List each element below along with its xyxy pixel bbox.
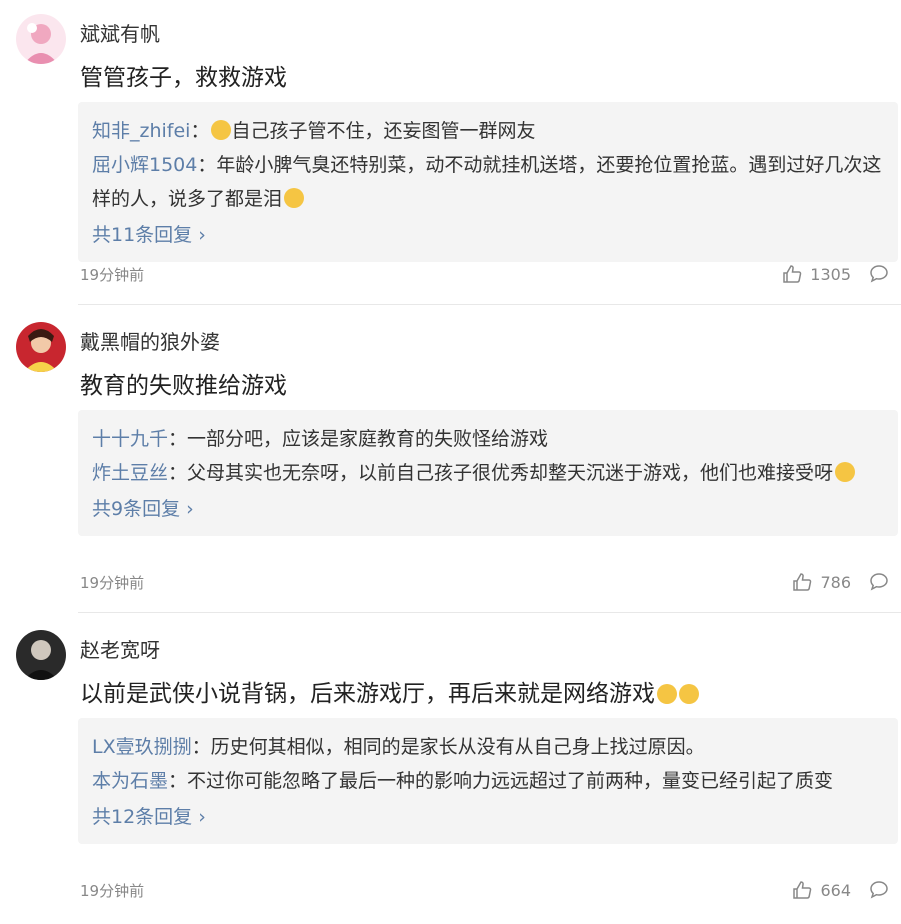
emoji-icon [679, 684, 699, 704]
reply-username[interactable]: 十十九千 [92, 428, 168, 450]
timestamp: 19分钟前 [80, 266, 145, 284]
comment-bubble-icon[interactable] [869, 264, 889, 284]
like-button[interactable]: 664 [792, 880, 851, 900]
username[interactable]: 斌斌有帆 [80, 18, 160, 47]
reply-separator: ： [191, 736, 211, 758]
divider [78, 612, 901, 613]
reply-text: 不过你可能忽略了最后一种的影响力远远超过了前两种，量变已经引起了质变 [187, 770, 834, 792]
avatar[interactable] [16, 14, 66, 64]
like-count: 664 [820, 880, 851, 900]
divider [78, 304, 901, 305]
reply-separator: ： [197, 154, 217, 176]
emoji-icon [211, 120, 232, 140]
more-replies-link[interactable]: 共12条回复 › [92, 800, 884, 834]
reply-item: 本为石墨：不过你可能忽略了最后一种的影响力远远超过了前两种，量变已经引起了质变 [92, 764, 884, 798]
reply-username[interactable]: LX壹玖捌捌 [92, 736, 192, 758]
reply-separator: ： [190, 120, 210, 142]
thumbs-up-icon [783, 265, 802, 283]
username[interactable]: 赵老宽呀 [80, 634, 160, 663]
reply-separator: ： [168, 462, 188, 484]
more-replies-link[interactable]: 共9条回复 › [92, 492, 884, 526]
like-button[interactable]: 1305 [782, 264, 851, 284]
chevron-right-icon: › [192, 806, 206, 828]
comment-text: 教育的失败推给游戏 [80, 373, 287, 399]
emoji-icon [657, 684, 677, 704]
comment-bubble-icon[interactable] [869, 880, 889, 900]
reply-item: LX壹玖捌捌：历史何其相似，相同的是家长从没有从自己身上找过原因。 [92, 730, 884, 764]
comment-text: 管管孩子，救救游戏 [80, 65, 287, 91]
like-button[interactable]: 786 [792, 572, 851, 592]
comment-bubble-icon[interactable] [869, 572, 889, 592]
chevron-right-icon: › [180, 498, 194, 520]
reply-text: 自己孩子管不住，还妄图管一群网友 [231, 120, 536, 142]
reply-text: 历史何其相似，相同的是家长从没有从自己身上找过原因。 [210, 736, 705, 758]
reply-box: 知非_zhifei： 自己孩子管不住，还妄图管一群网友 屈小辉1504：年龄小脾气… [78, 102, 898, 262]
reply-username[interactable]: 炸土豆丝 [92, 462, 168, 484]
like-count: 786 [820, 572, 851, 592]
emoji-icon [284, 188, 305, 208]
reply-box: LX壹玖捌捌：历史何其相似，相同的是家长从没有从自己身上找过原因。 本为石墨：不… [78, 718, 898, 844]
reply-box: 十十九千：一部分吧，应该是家庭教育的失败怪给游戏 炸土豆丝：父母其实也无奈呀，以… [78, 410, 898, 536]
username[interactable]: 戴黑帽的狼外婆 [80, 326, 220, 355]
reply-separator: ： [168, 428, 188, 450]
reply-item: 十十九千：一部分吧，应该是家庭教育的失败怪给游戏 [92, 422, 884, 456]
reply-username[interactable]: 屈小辉1504 [92, 154, 197, 176]
reply-item: 知非_zhifei： 自己孩子管不住，还妄图管一群网友 [92, 114, 884, 148]
timestamp: 19分钟前 [80, 882, 145, 900]
timestamp: 19分钟前 [80, 574, 145, 592]
emoji-icon [835, 462, 856, 482]
thumbs-up-icon [793, 881, 812, 899]
reply-separator: ： [168, 770, 188, 792]
like-count: 1305 [810, 264, 851, 284]
more-replies-link[interactable]: 共11条回复 › [92, 218, 884, 252]
chevron-right-icon: › [192, 224, 206, 246]
reply-item: 炸土豆丝：父母其实也无奈呀，以前自己孩子很优秀却整天沉迷于游戏，他们也难接受呀 [92, 456, 884, 490]
reply-username[interactable]: 知非_zhifei [92, 120, 190, 142]
thumbs-up-icon [793, 573, 812, 591]
comment-text: 以前是武侠小说背锅，后来游戏厅，再后来就是网络游戏 [80, 674, 699, 708]
reply-username[interactable]: 本为石墨 [92, 770, 168, 792]
avatar[interactable] [16, 630, 66, 680]
reply-text: 一部分吧，应该是家庭教育的失败怪给游戏 [187, 428, 549, 450]
avatar[interactable] [16, 322, 66, 372]
reply-item: 屈小辉1504：年龄小脾气臭还特别菜，动不动就挂机送塔，还要抢位置抢蓝。遇到过好… [92, 148, 884, 216]
reply-text: 父母其实也无奈呀，以前自己孩子很优秀却整天沉迷于游戏，他们也难接受呀 [187, 462, 834, 484]
